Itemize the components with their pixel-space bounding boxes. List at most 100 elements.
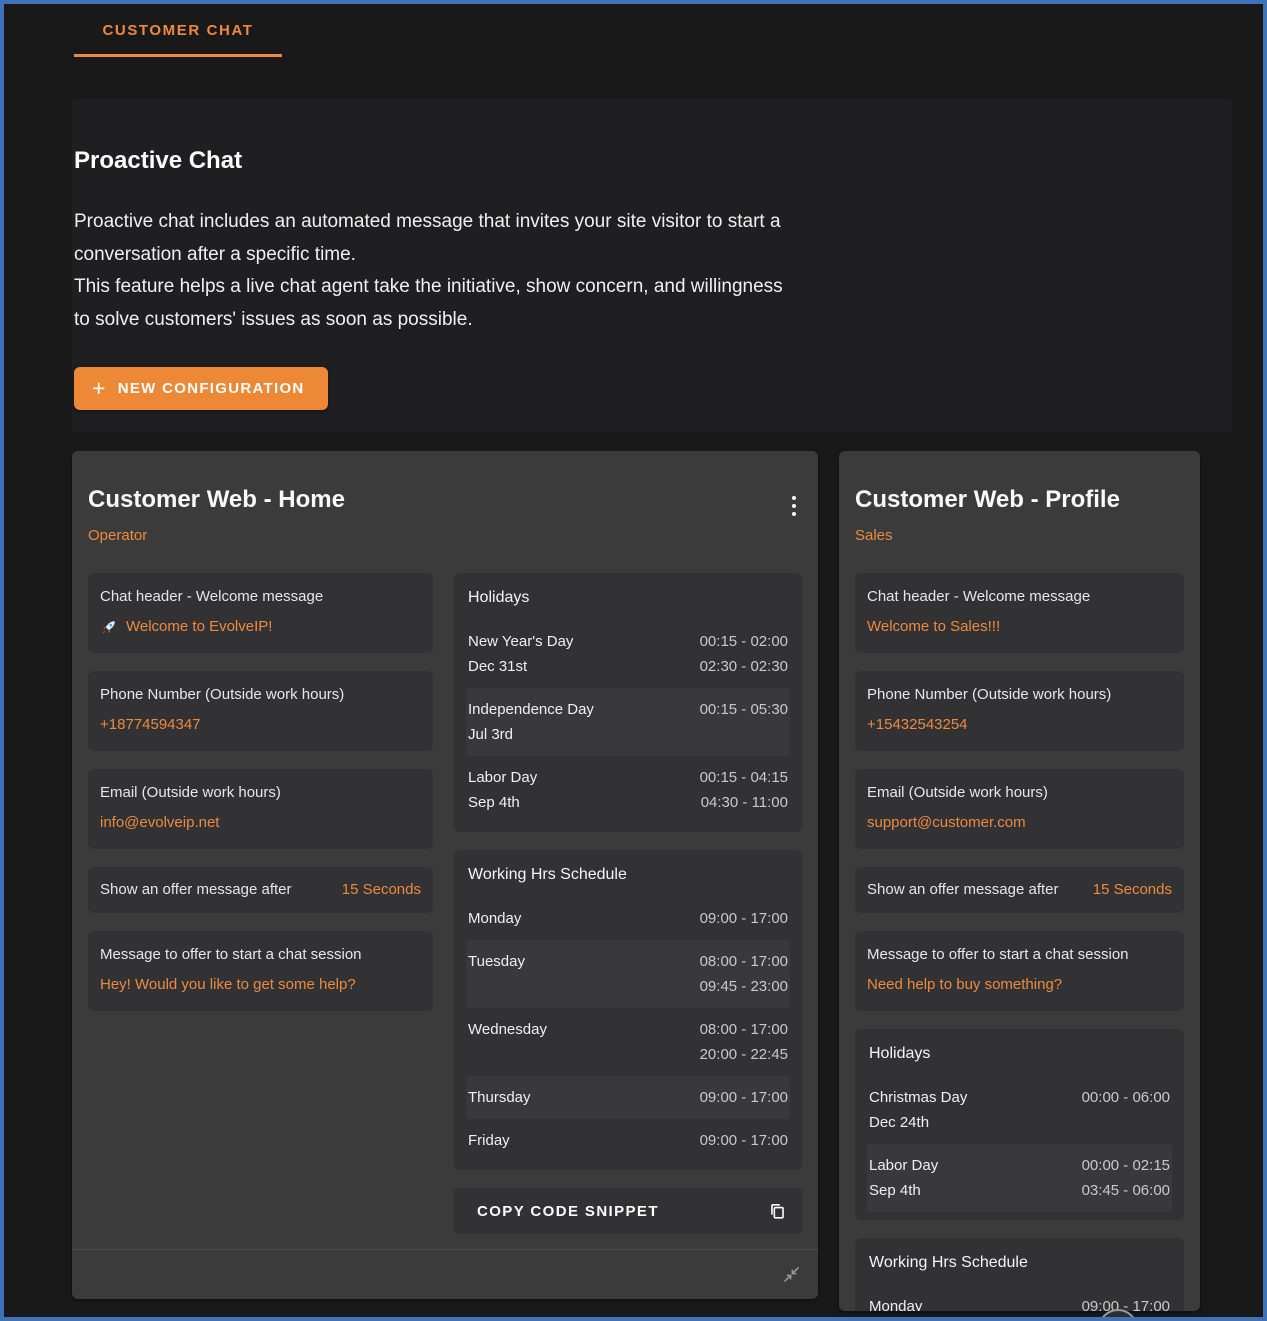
working-hours-box: Working Hrs Schedule Monday 09:00 - 17:0… <box>855 1238 1184 1311</box>
field-phone: Phone Number (Outside work hours) +15432… <box>855 671 1184 751</box>
schedule-row: Monday 09:00 - 17:00 <box>867 1285 1172 1311</box>
holidays-box: Holidays Christmas Day Dec 24th 00:00 - … <box>855 1029 1184 1220</box>
new-configuration-label: NEW CONFIGURATION <box>118 380 305 397</box>
schedule-row: Friday 09:00 - 17:00 <box>466 1119 790 1162</box>
day-times: 09:00 - 17:00 <box>700 1085 788 1110</box>
field-offer-after: Show an offer message after 15 Seconds <box>88 867 433 913</box>
field-label: Show an offer message after <box>100 880 292 900</box>
welcome-message-value: Welcome to EvolveIP! <box>126 617 272 637</box>
phone-value: +18774594347 <box>100 715 421 735</box>
holiday-name: Labor Day <box>869 1153 938 1178</box>
day-name: Thursday <box>468 1085 531 1110</box>
card-footer <box>72 1249 818 1299</box>
kebab-menu-icon[interactable] <box>788 492 800 520</box>
field-label: Phone Number (Outside work hours) <box>100 685 421 705</box>
day-name: Friday <box>468 1128 510 1153</box>
working-hours-list: Monday 09:00 - 17:00 Tuesday 08:00 - 17:… <box>466 897 790 1162</box>
time-range: 09:00 - 17:00 <box>700 1128 788 1153</box>
holidays-list: Christmas Day Dec 24th 00:00 - 06:00 Lab… <box>867 1076 1172 1212</box>
working-hours-title: Working Hrs Schedule <box>468 866 790 884</box>
configuration-cards: Customer Web - Home Operator Chat header… <box>72 451 1200 1311</box>
field-value: Welcome to EvolveIP! <box>100 617 421 637</box>
time-range: 09:00 - 17:00 <box>1082 1294 1170 1311</box>
day-name: Monday <box>468 906 521 931</box>
day-name: Tuesday <box>468 949 525 974</box>
proactive-chat-description: Proactive chat includes an automated mes… <box>74 206 792 336</box>
time-range: 00:15 - 05:30 <box>700 697 788 722</box>
email-value: support@customer.com <box>867 813 1172 833</box>
field-chat-header: Chat header - Welcome message Welcome to… <box>855 573 1184 653</box>
holiday-date: Dec 24th <box>869 1110 967 1135</box>
holidays-title: Holidays <box>468 589 790 607</box>
time-range: 00:00 - 06:00 <box>1082 1085 1170 1110</box>
time-range: 00:00 - 02:15 <box>1082 1153 1170 1178</box>
time-range: 09:00 - 17:00 <box>700 906 788 931</box>
holiday-date: Sep 4th <box>468 790 537 815</box>
email-value: info@evolveip.net <box>100 813 421 833</box>
offer-after-value: 15 Seconds <box>1093 880 1172 900</box>
schedule-row: Thursday 09:00 - 17:00 <box>466 1076 790 1119</box>
field-offer-message: Message to offer to start a chat session… <box>88 931 433 1011</box>
day-times: 09:00 - 17:00 <box>1082 1294 1170 1311</box>
day-times: 08:00 - 17:0020:00 - 22:45 <box>700 1017 788 1067</box>
collapse-card-button[interactable] <box>777 1260 806 1289</box>
new-configuration-button[interactable]: + NEW CONFIGURATION <box>74 367 328 410</box>
field-email: Email (Outside work hours) info@evolveip… <box>88 769 433 849</box>
rocket-emoji <box>100 618 118 636</box>
config-card-profile: Customer Web - Profile Sales Chat header… <box>839 451 1200 1311</box>
time-range: 08:00 - 17:00 <box>700 1017 788 1042</box>
card-title: Customer Web - Profile <box>855 486 1184 514</box>
holiday-row: New Year's Day Dec 31st 00:15 - 02:0002:… <box>466 620 790 688</box>
copy-code-snippet-button[interactable]: COPY CODE SNIPPET <box>454 1188 802 1234</box>
welcome-message-value: Welcome to Sales!!! <box>867 617 1172 637</box>
working-hours-title: Working Hrs Schedule <box>869 1254 1172 1272</box>
field-label: Show an offer message after <box>867 880 1059 900</box>
holiday-row: Christmas Day Dec 24th 00:00 - 06:00 <box>867 1076 1172 1144</box>
time-range: 00:15 - 04:15 <box>700 765 788 790</box>
time-range: 04:30 - 11:00 <box>700 790 788 815</box>
card-header: Customer Web - Profile Sales <box>839 451 1200 544</box>
card-header: Customer Web - Home Operator <box>72 451 818 544</box>
holiday-times: 00:15 - 05:30 <box>700 697 788 747</box>
field-label: Message to offer to start a chat session <box>867 945 1172 965</box>
time-range: 08:00 - 17:00 <box>700 949 788 974</box>
time-range: 02:30 - 02:30 <box>700 654 788 679</box>
day-times: 09:00 - 17:00 <box>700 906 788 931</box>
day-name: Wednesday <box>468 1017 547 1042</box>
offer-message-value: Need help to buy something? <box>867 975 1172 995</box>
field-label: Chat header - Welcome message <box>867 587 1172 607</box>
holidays-box: Holidays New Year's Day Dec 31st 00:15 -… <box>454 573 802 832</box>
card-subtitle: Operator <box>88 527 802 544</box>
customer-chat-page: CUSTOMER CHAT Proactive Chat Proactive c… <box>0 0 1267 1321</box>
phone-value: +15432543254 <box>867 715 1172 735</box>
description-line: This feature helps a live chat agent tak… <box>74 271 792 336</box>
config-card-home: Customer Web - Home Operator Chat header… <box>72 451 818 1299</box>
holidays-list: New Year's Day Dec 31st 00:15 - 02:0002:… <box>466 620 790 824</box>
holiday-name: New Year's Day <box>468 629 573 654</box>
plus-icon: + <box>92 379 107 397</box>
card-subtitle: Sales <box>855 527 1184 544</box>
holiday-name: Christmas Day <box>869 1085 967 1110</box>
description-line: Proactive chat includes an automated mes… <box>74 206 792 271</box>
proactive-chat-panel: Proactive Chat Proactive chat includes a… <box>72 99 1232 432</box>
offer-message-value: Hey! Would you like to get some help? <box>100 975 421 995</box>
time-range: 20:00 - 22:45 <box>700 1042 788 1067</box>
holiday-date: Sep 4th <box>869 1178 938 1203</box>
holiday-times: 00:00 - 06:00 <box>1082 1085 1170 1135</box>
time-range: 09:45 - 23:00 <box>700 974 788 999</box>
field-label: Message to offer to start a chat session <box>100 945 421 965</box>
collapse-arrows-icon <box>781 1264 802 1285</box>
day-times: 08:00 - 17:0009:45 - 23:00 <box>700 949 788 999</box>
card-title: Customer Web - Home <box>88 486 802 514</box>
holiday-row: Independence Day Jul 3rd 00:15 - 05:30 <box>466 688 790 756</box>
offer-after-value: 15 Seconds <box>342 880 421 900</box>
field-label: Email (Outside work hours) <box>100 783 421 803</box>
schedule-row: Wednesday 08:00 - 17:0020:00 - 22:45 <box>466 1008 790 1076</box>
day-times: 09:00 - 17:00 <box>700 1128 788 1153</box>
tab-customer-chat[interactable]: CUSTOMER CHAT <box>74 22 282 57</box>
holiday-name: Labor Day <box>468 765 537 790</box>
page-title: Proactive Chat <box>74 147 1202 175</box>
holiday-times: 00:15 - 02:0002:30 - 02:30 <box>700 629 788 679</box>
field-chat-header: Chat header - Welcome message Welcome to… <box>88 573 433 653</box>
holiday-row: Labor Day Sep 4th 00:15 - 04:1504:30 - 1… <box>466 756 790 824</box>
